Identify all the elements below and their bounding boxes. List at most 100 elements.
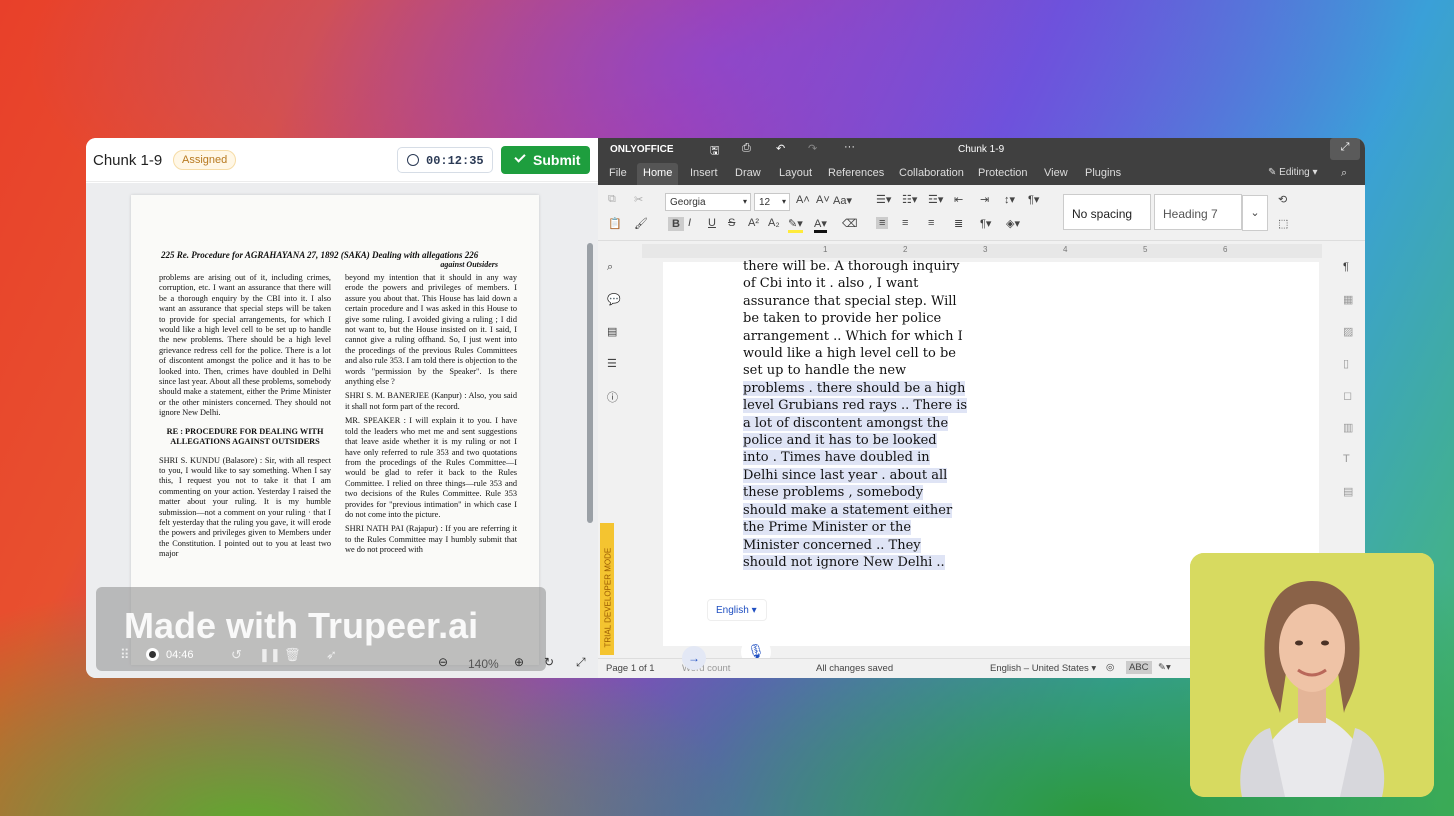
select-icon[interactable]: ⬚ xyxy=(1278,217,1288,230)
replace-icon[interactable]: ⟲ xyxy=(1278,193,1287,206)
language-pill-label: English xyxy=(716,605,749,616)
selected-line: police and it has to be looked xyxy=(743,433,937,449)
comments-icon[interactable]: 💬 xyxy=(607,293,621,306)
submit-label: Submit xyxy=(533,152,581,168)
shrink-font-icon[interactable]: A˅ xyxy=(816,194,830,206)
tab-insert[interactable]: Insert xyxy=(690,167,718,179)
image-settings-icon[interactable]: ▨ xyxy=(1343,325,1353,338)
page-indicator[interactable]: Page 1 of 1 xyxy=(606,663,655,674)
format-painter-icon[interactable]: 🖌 xyxy=(634,217,648,230)
tab-file[interactable]: File xyxy=(609,167,627,179)
pointer-icon[interactable]: ➶ xyxy=(326,647,337,663)
paragraph-settings-icon[interactable]: ¶ xyxy=(1343,261,1349,273)
underline-button[interactable]: U xyxy=(708,217,716,229)
scan-header: 225 Re. Procedure for AGRAHAYANA 27, 189… xyxy=(161,250,516,269)
restart-icon[interactable]: ↺ xyxy=(231,647,242,663)
style-no-spacing[interactable]: No spacing xyxy=(1063,194,1151,230)
submit-button[interactable]: Submit xyxy=(501,146,590,174)
paragraph-mark-icon[interactable]: ¶▾ xyxy=(1028,193,1039,206)
tab-collaboration[interactable]: Collaboration xyxy=(899,167,964,179)
stop-record-button[interactable] xyxy=(146,648,159,661)
italic-button[interactable]: I xyxy=(688,217,691,229)
track-changes-icon[interactable]: ✎▾ xyxy=(1158,662,1171,673)
scan-header-line: 225 Re. Procedure for AGRAHAYANA 27, 189… xyxy=(161,250,479,260)
expand-icon[interactable]: ⤢ xyxy=(1330,138,1360,160)
bullets-icon[interactable]: ☰▾ xyxy=(876,193,891,206)
align-left-icon[interactable]: ≡ xyxy=(876,217,889,229)
globe-icon[interactable]: ◎ xyxy=(1106,662,1114,673)
tab-view[interactable]: View xyxy=(1044,167,1068,179)
decrease-indent-icon[interactable]: ⇤ xyxy=(954,193,963,206)
grow-font-icon[interactable]: A˄ xyxy=(796,194,810,206)
find-icon[interactable]: ⌕ xyxy=(607,261,613,274)
table-settings-icon[interactable]: ▦ xyxy=(1343,293,1353,306)
increase-indent-icon[interactable]: ⇥ xyxy=(980,193,989,206)
chart-settings-icon[interactable]: ▥ xyxy=(1343,421,1353,434)
tab-protection[interactable]: Protection xyxy=(978,167,1028,179)
tab-home[interactable]: Home xyxy=(643,167,672,179)
clear-format-icon[interactable]: ⌫ xyxy=(842,217,858,230)
more-icon[interactable]: ··· xyxy=(844,141,855,153)
search-icon[interactable]: ⌕ xyxy=(1341,167,1347,180)
save-icon[interactable]: 🖫 xyxy=(710,142,719,161)
language-dropdown[interactable]: English ▾ xyxy=(707,599,767,621)
language-select[interactable]: English – United States ▾ xyxy=(990,663,1096,674)
rotate-icon[interactable]: ↻ xyxy=(544,655,554,669)
navigation-icon[interactable]: ☰ xyxy=(607,357,617,370)
fullscreen-icon[interactable]: ⤢ xyxy=(576,655,586,670)
bold-button[interactable]: B xyxy=(668,217,684,231)
subscript-icon[interactable]: A₂ xyxy=(768,217,780,229)
send-arrow-button[interactable]: → xyxy=(682,646,706,670)
tab-layout[interactable]: Layout xyxy=(779,167,812,179)
multilevel-icon[interactable]: ☲▾ xyxy=(928,193,943,206)
about-icon[interactable]: ⓘ xyxy=(607,389,618,405)
print-icon[interactable]: ⎙ xyxy=(742,142,751,155)
styles-expand-icon[interactable]: ⌄ xyxy=(1242,195,1268,231)
review-icon[interactable]: ▤ xyxy=(607,325,617,338)
presenter-video xyxy=(1190,553,1434,797)
strike-button[interactable]: S xyxy=(728,217,735,229)
paragraph-settings-icon[interactable]: ¶▾ xyxy=(980,217,991,230)
font-size-select[interactable]: 12 ▾ xyxy=(754,193,790,211)
left-sidebar: ⌕ 💬 ▤ ☰ ⓘ TRIAL DEVELOPER MODE xyxy=(598,241,628,661)
scrollbar[interactable] xyxy=(587,243,593,523)
drag-handle-icon[interactable]: ⠿ xyxy=(120,647,130,663)
line-spacing-icon[interactable]: ↕▾ xyxy=(1004,193,1015,206)
cut-icon[interactable]: ✂ xyxy=(634,193,643,206)
document-text[interactable]: there will be. A thorough inquiry of Cbi… xyxy=(743,258,975,571)
redo-icon[interactable]: ↷ xyxy=(808,142,817,155)
tab-plugins[interactable]: Plugins xyxy=(1085,167,1121,179)
align-right-icon[interactable]: ≡ xyxy=(928,217,934,229)
undo-icon[interactable]: ↶ xyxy=(776,142,785,155)
zoom-in-icon[interactable]: ⊕ xyxy=(514,655,524,669)
numbering-icon[interactable]: ☷▾ xyxy=(902,193,917,206)
selected-line: a lot of discontent amongst the xyxy=(743,415,949,431)
editing-mode[interactable]: ✎ Editing ▾ xyxy=(1268,167,1318,178)
scan-paragraph: SHRI S. KUNDU (Balasore) : Sir, with all… xyxy=(159,455,331,559)
font-color-icon[interactable]: A▾ xyxy=(814,217,827,233)
header-settings-icon[interactable]: ▯ xyxy=(1343,357,1349,370)
textart-settings-icon[interactable]: T xyxy=(1343,453,1350,465)
align-center-icon[interactable]: ≡ xyxy=(902,217,908,229)
style-no-spacing-label: No spacing xyxy=(1072,207,1133,221)
delete-icon[interactable]: 🗑 xyxy=(284,647,301,663)
copy-icon[interactable]: ⧉ xyxy=(608,193,616,206)
scan-paragraph: SHRI S. M. BANERJEE (Kanpur) : Also, you… xyxy=(345,391,517,411)
tab-references[interactable]: References xyxy=(828,167,884,179)
justify-icon[interactable]: ≣ xyxy=(954,217,963,230)
paste-icon[interactable]: 📋 xyxy=(608,217,622,230)
spellcheck-icon[interactable]: ABC xyxy=(1126,661,1152,674)
selected-line: should not ignore New Delhi .. xyxy=(743,554,945,570)
superscript-icon[interactable]: A² xyxy=(748,217,759,229)
form-settings-icon[interactable]: ▤ xyxy=(1343,485,1353,498)
tab-draw[interactable]: Draw xyxy=(735,167,761,179)
pause-icon[interactable]: ❚❚ xyxy=(259,647,281,663)
font-select[interactable]: Georgia ▾ xyxy=(665,193,751,211)
highlight-icon[interactable]: ✎▾ xyxy=(788,217,803,233)
style-heading-7[interactable]: Heading 7 xyxy=(1154,194,1242,230)
zoom-out-icon[interactable]: ⊖ xyxy=(438,655,448,669)
shape-settings-icon[interactable]: ◻ xyxy=(1343,389,1352,402)
shading-icon[interactable]: ◈▾ xyxy=(1006,217,1020,230)
scan-paragraph: beyond my intention that it should in an… xyxy=(345,273,517,387)
change-case-icon[interactable]: Aa▾ xyxy=(833,194,852,207)
